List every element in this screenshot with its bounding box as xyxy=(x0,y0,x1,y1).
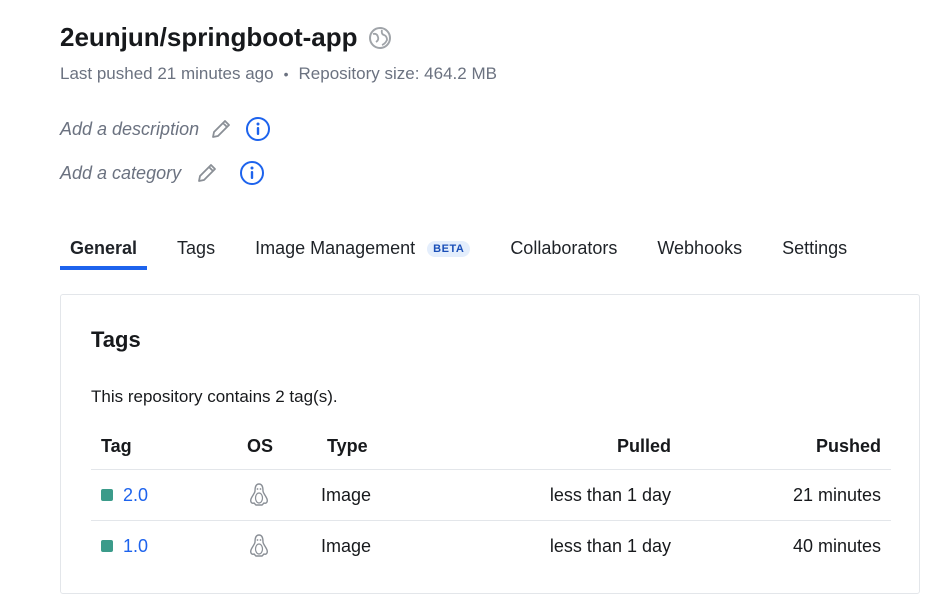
beta-badge: BETA xyxy=(427,241,471,257)
type-cell: Image xyxy=(311,520,431,571)
tab-webhooks-label: Webhooks xyxy=(657,238,743,258)
last-pushed: Last pushed 21 minutes ago xyxy=(60,64,274,83)
tags-summary: This repository contains 2 tag(s). xyxy=(91,387,338,406)
repo-tabs: General Tags Image Management BETA Colla… xyxy=(60,226,877,270)
pulled-cell: less than 1 day xyxy=(431,520,681,571)
linux-icon xyxy=(250,483,268,506)
os-cell xyxy=(231,469,311,521)
tag-status-indicator xyxy=(101,540,113,552)
header-pushed: Pushed xyxy=(815,435,881,456)
edit-category-pencil-icon[interactable] xyxy=(195,161,219,185)
type-cell: Image xyxy=(311,469,431,521)
tag-status-indicator xyxy=(101,489,113,501)
description-info-icon[interactable] xyxy=(245,116,271,142)
table-row: 2.0 Image less than 1 day 21 minutes xyxy=(91,469,891,521)
header-tag: Tag xyxy=(101,435,132,456)
tab-webhooks[interactable]: Webhooks xyxy=(647,232,752,264)
tags-table: Tag OS Type Pulled Pushed 2.0 Image less… xyxy=(91,423,891,571)
tag-link[interactable]: 1.0 xyxy=(123,536,148,557)
tag-cell: 1.0 xyxy=(91,520,231,571)
table-row: 1.0 Image less than 1 day 40 minutes xyxy=(91,520,891,571)
repo-name: 2eunjun/springboot-app xyxy=(60,22,358,52)
tab-tags-label: Tags xyxy=(177,238,216,258)
category-placeholder[interactable]: Add a category xyxy=(60,163,181,184)
tab-general-label: General xyxy=(70,238,138,258)
tab-image-management[interactable]: Image Management BETA xyxy=(245,232,480,264)
tab-tags[interactable]: Tags xyxy=(167,232,225,264)
pulled-cell: less than 1 day xyxy=(431,469,681,521)
description-placeholder[interactable]: Add a description xyxy=(60,119,199,140)
tags-table-header: Tag OS Type Pulled Pushed xyxy=(91,423,891,470)
public-globe-icon xyxy=(368,26,391,49)
tag-cell: 2.0 xyxy=(91,469,231,521)
tags-panel: Tags This repository contains 2 tag(s). … xyxy=(60,294,920,594)
tags-panel-title: Tags xyxy=(91,327,141,352)
tag-link[interactable]: 2.0 xyxy=(123,485,148,506)
header-os: OS xyxy=(247,435,274,456)
repo-header: 2eunjun/springboot-app xyxy=(60,22,392,53)
header-type: Type xyxy=(327,435,368,456)
tab-settings-label: Settings xyxy=(782,238,848,258)
repo-size: Repository size: 464.2 MB xyxy=(298,64,497,83)
tab-collaborators-label: Collaborators xyxy=(510,238,618,258)
tab-general[interactable]: General xyxy=(60,232,148,270)
category-info-icon[interactable] xyxy=(239,160,265,186)
pushed-cell: 21 minutes xyxy=(681,469,891,521)
linux-icon xyxy=(250,534,268,557)
tab-settings[interactable]: Settings xyxy=(772,232,857,264)
tab-image-management-label: Image Management xyxy=(255,238,416,258)
description-row: Add a description xyxy=(60,116,271,142)
header-pulled: Pulled xyxy=(616,435,671,456)
category-row: Add a category xyxy=(60,160,265,186)
edit-description-pencil-icon[interactable] xyxy=(209,117,233,141)
os-cell xyxy=(231,520,311,571)
tab-collaborators[interactable]: Collaborators xyxy=(500,232,627,264)
meta-separator: • xyxy=(283,66,289,82)
repo-meta: Last pushed 21 minutes ago • Repository … xyxy=(60,64,497,84)
pushed-cell: 40 minutes xyxy=(681,520,891,571)
